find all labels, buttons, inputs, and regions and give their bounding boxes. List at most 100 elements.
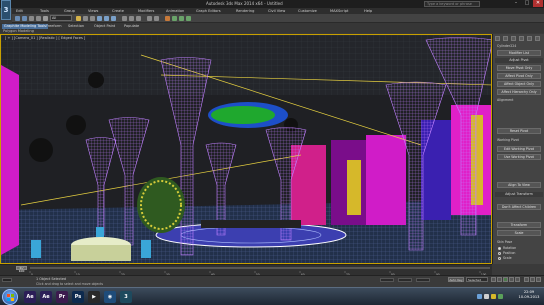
stage-edge	[201, 220, 301, 228]
motion-tab-icon[interactable]	[519, 36, 524, 41]
rotation-radio[interactable]	[498, 247, 501, 250]
scale-button[interactable]: Scale	[497, 230, 541, 236]
taskbar-app-1[interactable]: Ae	[40, 291, 52, 303]
ribbon-tab-populate[interactable]: Populate	[122, 24, 141, 29]
select-object-icon[interactable]	[76, 16, 81, 21]
rotation-radio-label: Rotation	[503, 246, 517, 250]
zoom-icon[interactable]	[524, 277, 529, 282]
taskbar-app-3[interactable]: Ps	[72, 291, 84, 303]
ribbon-tab-freeform[interactable]: Freeform	[44, 24, 64, 29]
app-logo-icon[interactable]: 3	[1, 0, 11, 20]
minimize-button[interactable]: –	[511, 0, 521, 7]
create-tab-icon[interactable]	[495, 36, 500, 41]
bind-space-warp-icon[interactable]	[43, 16, 48, 21]
window-title: Autodesk 3ds Max 2014 x64 - Untitled	[206, 1, 283, 6]
viewport-label[interactable]: [ + ] [Camera_01 ] [Realistic ] [ Edged …	[5, 36, 85, 40]
battery-icon[interactable]	[498, 294, 503, 299]
taskbar-app-6[interactable]: 3	[120, 291, 132, 303]
taskbar-app-4[interactable]: ▶	[88, 291, 100, 303]
z-coordinate-field[interactable]	[416, 278, 430, 282]
modify-tab-icon[interactable]	[503, 36, 508, 41]
volume-icon[interactable]	[484, 294, 489, 299]
align-icon[interactable]	[154, 16, 159, 21]
unlink-icon[interactable]	[36, 16, 41, 21]
rotate-icon[interactable]	[104, 16, 109, 21]
maximize-button[interactable]: □	[522, 0, 532, 7]
pan-icon[interactable]	[530, 277, 535, 282]
modifier-list-dropdown[interactable]: Modifier List	[497, 50, 541, 56]
move-pivot-only-button[interactable]: Move Pivot Only	[497, 65, 541, 71]
app-window: Autodesk 3ds Max 2014 x64 - Untitled Typ…	[0, 0, 544, 305]
select-by-name-icon[interactable]	[83, 16, 88, 21]
selection-filter-dropdown[interactable]: All	[50, 15, 72, 21]
rectangular-selection-icon[interactable]	[90, 16, 95, 21]
transform-button[interactable]: Transform	[497, 222, 541, 228]
adjust-transform-heading[interactable]: Adjust Transform	[495, 192, 543, 197]
percent-snap-icon[interactable]	[136, 16, 141, 21]
maxscript-listener[interactable]	[2, 278, 12, 282]
material-editor-icon[interactable]	[165, 16, 170, 21]
redo-icon[interactable]	[22, 16, 27, 21]
start-orb-icon[interactable]	[2, 289, 18, 305]
x-coordinate-field[interactable]	[380, 278, 394, 282]
key-filter-dropdown[interactable]: Selected	[466, 277, 488, 282]
align-to-view-button[interactable]: Align To View	[497, 182, 541, 188]
ribbon-tab-object-paint[interactable]: Object Paint	[92, 24, 117, 29]
snap-toggle-icon[interactable]	[122, 16, 127, 21]
object-name-field[interactable]: Cylinder224	[497, 44, 516, 48]
alignment-heading: Alignment	[497, 98, 514, 102]
clock[interactable]: 22:09 10-09-2013	[516, 290, 542, 300]
ribbon-tab-selection[interactable]: Selection	[66, 24, 86, 29]
affect-hierarchy-only-button[interactable]: Affect Hierarchy Only	[497, 89, 541, 95]
utilities-tab-icon[interactable]	[535, 36, 540, 41]
time-slider-track[interactable]	[30, 267, 490, 269]
title-bar: Autodesk 3ds Max 2014 x64 - Untitled Typ…	[0, 0, 544, 8]
scale-icon[interactable]	[111, 16, 116, 21]
chandelier-3	[29, 138, 53, 162]
time-slider[interactable]: 0 / 100	[16, 266, 27, 273]
scene-render	[1, 35, 491, 263]
edit-working-pivot-button[interactable]: Edit Working Pivot	[497, 146, 541, 152]
dont-affect-children-button[interactable]: Don't Affect Children	[497, 204, 541, 210]
affect-pivot-only-button[interactable]: Affect Pivot Only	[497, 73, 541, 79]
windows-logo-icon	[7, 294, 10, 297]
go-to-start-icon[interactable]	[491, 277, 496, 282]
chair-1	[31, 240, 41, 258]
angle-snap-icon[interactable]	[129, 16, 134, 21]
auto-key-button[interactable]: Auto Key	[448, 277, 464, 282]
move-icon[interactable]	[97, 16, 102, 21]
close-button[interactable]: ✕	[533, 0, 543, 7]
status-bar: 1 Object Selected Click and drag to sele…	[0, 275, 544, 287]
previous-frame-icon[interactable]	[497, 277, 502, 282]
search-input[interactable]: Type a keyword or phrase	[424, 1, 480, 7]
play-icon[interactable]	[503, 277, 508, 282]
y-coordinate-field[interactable]	[398, 278, 412, 282]
taskbar-app-5[interactable]: ◉	[104, 291, 116, 303]
network-icon[interactable]	[477, 294, 482, 299]
action-center-icon[interactable]	[491, 294, 496, 299]
go-to-end-icon[interactable]	[515, 277, 520, 282]
drape-3	[366, 135, 406, 225]
render-frame-icon[interactable]	[179, 16, 184, 21]
mirror-icon[interactable]	[147, 16, 152, 21]
use-working-pivot-button[interactable]: Use Working Pivot	[497, 154, 541, 160]
affect-object-only-button[interactable]: Affect Object Only	[497, 81, 541, 87]
taskbar-app-2[interactable]: Pr	[56, 291, 68, 303]
taskbar-app-0[interactable]: Ae	[24, 291, 36, 303]
link-icon[interactable]	[29, 16, 34, 21]
render-setup-icon[interactable]	[172, 16, 177, 21]
perspective-viewport[interactable]: [ + ] [Camera_01 ] [Realistic ] [ Edged …	[0, 34, 492, 264]
hierarchy-tab-icon[interactable]	[511, 36, 516, 41]
orbit-icon[interactable]	[536, 277, 541, 282]
reset-pivot-button[interactable]: Reset Pivot	[497, 128, 541, 134]
scale-radio[interactable]	[498, 257, 501, 260]
display-tab-icon[interactable]	[527, 36, 532, 41]
position-radio[interactable]	[498, 252, 501, 255]
command-panel-tabs	[495, 36, 543, 42]
render-icon[interactable]	[186, 16, 191, 21]
position-radio-label: Position	[503, 251, 516, 255]
undo-icon[interactable]	[15, 16, 20, 21]
ribbon-tab-graphite-modeling-tools[interactable]: Graphite Modeling Tools	[2, 24, 49, 29]
next-frame-icon[interactable]	[509, 277, 514, 282]
adjust-pivot-heading[interactable]: Adjust Pivot	[495, 58, 543, 63]
